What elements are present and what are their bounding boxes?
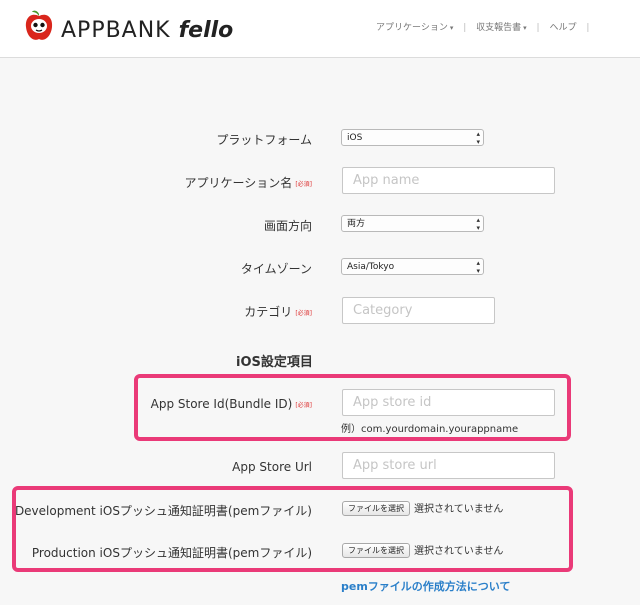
app-store-id-label: App Store Id(Bundle ID) [必須] xyxy=(151,397,312,411)
required-badge: [必須] xyxy=(295,181,312,188)
category-label: カテゴリ [必須] xyxy=(244,303,312,320)
apple-logo-icon xyxy=(25,10,53,40)
header-nav: アプリケーション ▾ | 収支報告書 ▾ | ヘルプ | xyxy=(376,20,596,33)
prod-cert-file-status: 選択されていません xyxy=(414,546,504,557)
nav-separator: | xyxy=(586,23,590,33)
brand-appbank: APPBANK xyxy=(61,18,171,43)
top-header: APPBANK fello アプリケーション ▾ | 収支報告書 ▾ | ヘルプ | xyxy=(0,0,640,58)
dev-cert-label: Development iOSプッシュ通知証明書(pemファイル) xyxy=(14,504,312,518)
chevron-down-icon: ▾ xyxy=(523,24,527,32)
prod-cert-file-button[interactable]: ファイルを選択 xyxy=(342,543,410,558)
platform-label: プラットフォーム xyxy=(216,133,312,147)
timezone-select-value: Asia/Tokyo xyxy=(347,262,395,272)
nav-item-applications[interactable]: アプリケーション ▾ xyxy=(376,20,453,33)
select-arrows-icon: ▴ ▾ xyxy=(476,216,480,232)
orientation-select[interactable]: 両方 ▴ ▾ xyxy=(341,215,484,232)
nav-item-reports[interactable]: 収支報告書 ▾ xyxy=(476,20,527,33)
platform-select-value: iOS xyxy=(347,133,363,143)
app-store-url-input[interactable]: App store url xyxy=(342,452,555,479)
prod-cert-label: Production iOSプッシュ通知証明書(pemファイル) xyxy=(31,546,312,560)
pem-help-link[interactable]: pemファイルの作成方法について xyxy=(341,578,510,594)
dev-cert-file-status: 選択されていません xyxy=(414,504,504,515)
ios-section-title: iOS設定項目 xyxy=(236,355,313,370)
orientation-select-value: 両方 xyxy=(347,219,366,229)
chevron-down-icon: ▾ xyxy=(449,24,454,32)
app-name-label-text: アプリケーション名 xyxy=(184,176,293,190)
platform-select[interactable]: iOS ▴ ▾ xyxy=(341,129,484,146)
required-badge: [必須] xyxy=(295,310,312,317)
nav-separator: | xyxy=(536,23,540,33)
brand-logo[interactable]: APPBANK fello xyxy=(23,8,273,48)
app-store-id-label-text: App Store Id(Bundle ID) xyxy=(150,397,293,411)
dev-cert-file-button[interactable]: ファイルを選択 xyxy=(342,501,410,516)
brand-fello: fello xyxy=(178,18,234,43)
category-label-text: カテゴリ xyxy=(244,305,293,319)
app-store-id-input[interactable]: App store id xyxy=(342,389,555,416)
timezone-label: タイムゾーン xyxy=(240,262,312,276)
select-arrows-icon: ▴ ▾ xyxy=(476,259,480,275)
brand-name: APPBANK fello xyxy=(61,18,233,43)
nav-item-help[interactable]: ヘルプ xyxy=(549,20,576,33)
nav-item-applications-label: アプリケーション xyxy=(376,23,448,33)
app-name-input[interactable]: App name xyxy=(342,167,555,194)
nav-item-reports-label: 収支報告書 xyxy=(476,23,522,33)
orientation-label: 画面方向 xyxy=(263,219,312,233)
select-arrows-icon: ▴ ▾ xyxy=(476,130,480,146)
nav-separator: | xyxy=(463,23,467,33)
timezone-select[interactable]: Asia/Tokyo ▴ ▾ xyxy=(341,258,484,275)
app-store-url-label: App Store Url xyxy=(232,460,312,474)
category-input[interactable]: Category xyxy=(342,297,495,324)
bundle-id-example: 例）com.yourdomain.yourappname xyxy=(341,424,519,435)
required-badge: [必須] xyxy=(295,402,312,409)
app-name-label: アプリケーション名 [必須] xyxy=(185,174,312,191)
